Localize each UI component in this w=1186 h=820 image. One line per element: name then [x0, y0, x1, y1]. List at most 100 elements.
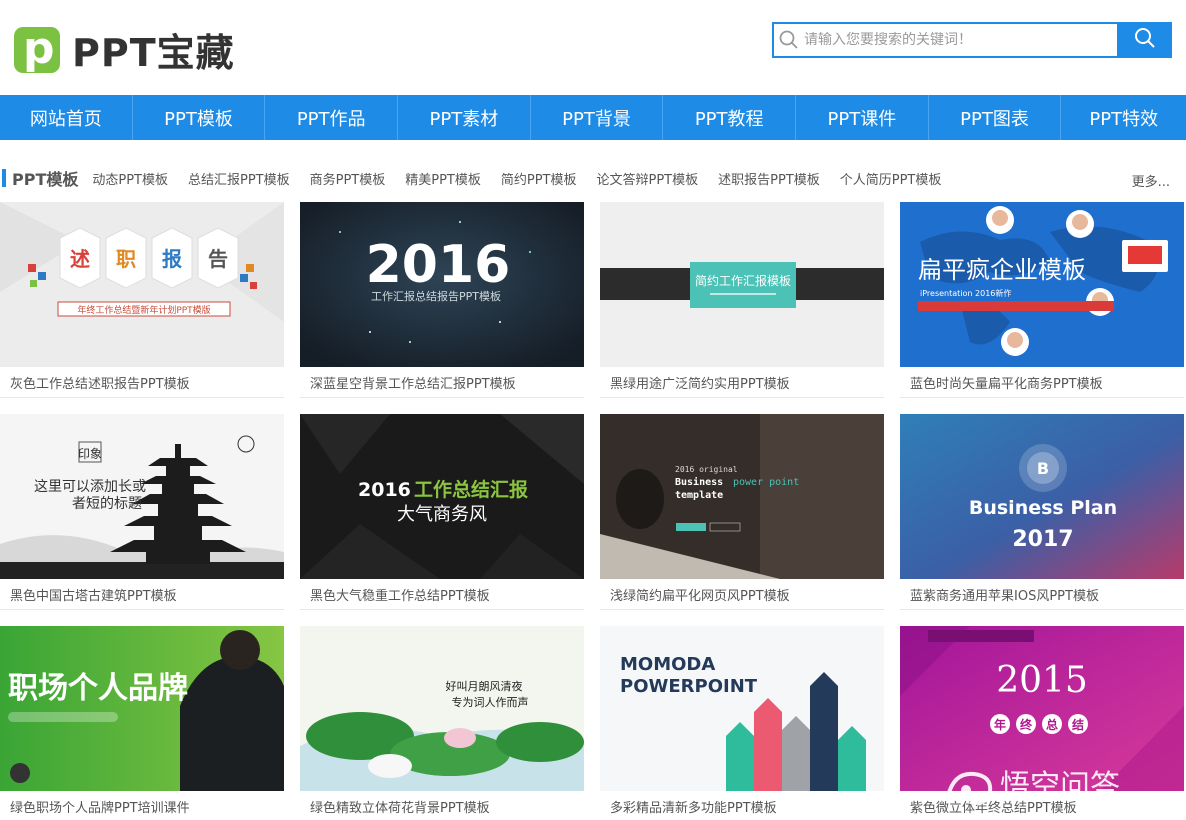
- category-link[interactable]: 个人简历PPT模板: [840, 169, 942, 188]
- template-title[interactable]: 黑色中国古塔古建筑PPT模板: [0, 579, 284, 610]
- template-card[interactable]: 2016 工作总结汇报 大气商务风 黑色大气稳重工作总结PPT模板: [300, 414, 584, 610]
- thumb-text: 简约工作汇报模板: [695, 273, 791, 288]
- template-thumbnail[interactable]: 扁平疯企业模板 iPresentation 2016新作: [900, 202, 1184, 367]
- thumb-subtitle: 大气商务风: [397, 504, 487, 525]
- template-card[interactable]: 职场个人品牌 绿色职场个人品牌PPT培训课件: [0, 626, 284, 820]
- site-header: p PPT宝藏: [0, 0, 1186, 95]
- logo-text: PPT宝藏: [72, 31, 235, 75]
- thumb-subtitle: 工作汇报总结报告PPT模板: [371, 289, 501, 303]
- category-link[interactable]: 动态PPT模板: [92, 169, 168, 188]
- template-thumbnail[interactable]: 职场个人品牌: [0, 626, 284, 791]
- template-thumbnail[interactable]: 2016 工作汇报总结报告PPT模板: [300, 202, 584, 367]
- template-card[interactable]: 述 职 报 告 年终工作总结暨新年计划PPT模版 灰色工作总结述职报告PPT模板: [0, 202, 284, 398]
- thumb-text: 2017: [1012, 527, 1073, 552]
- template-thumbnail[interactable]: 简约工作汇报模板: [600, 202, 884, 367]
- category-link[interactable]: 精美PPT模板: [405, 169, 481, 188]
- thumb-text: 扁平疯企业模板: [918, 256, 1086, 284]
- main-nav: 网站首页 PPT模板 PPT作品 PPT素材 PPT背景 PPT教程 PPT课件…: [0, 95, 1186, 140]
- logo-letter: p: [23, 22, 55, 74]
- thumb-text: template: [675, 490, 723, 501]
- search-input[interactable]: [804, 25, 1104, 55]
- search-button[interactable]: [1117, 22, 1172, 58]
- logo-mark: p: [14, 22, 60, 74]
- thumb-text: 专为词人作而声: [452, 695, 529, 709]
- search-icon: [1134, 27, 1156, 53]
- thumb-text: 工作总结汇报: [414, 478, 528, 501]
- template-title[interactable]: 深蓝星空背景工作总结汇报PPT模板: [300, 367, 584, 398]
- site-logo[interactable]: p PPT宝藏: [14, 22, 235, 77]
- template-card[interactable]: 扁平疯企业模板 iPresentation 2016新作 蓝色时尚矢量扁平化商务…: [900, 202, 1184, 398]
- thumb-char: 终: [1020, 717, 1033, 732]
- template-thumbnail[interactable]: 2016 original Business power point templ…: [600, 414, 884, 579]
- template-card[interactable]: B Business Plan 2017 蓝紫商务通用苹果IOS风PPT模板: [900, 414, 1184, 610]
- template-title[interactable]: 黑色大气稳重工作总结PPT模板: [300, 579, 584, 610]
- template-thumbnail[interactable]: 好叫月朗风清夜 专为词人作而声: [300, 626, 584, 791]
- nav-item-ppt-materials[interactable]: PPT素材: [398, 95, 531, 140]
- template-title[interactable]: 多彩精品清新多功能PPT模板: [600, 791, 884, 820]
- nav-item-ppt-tutorials[interactable]: PPT教程: [663, 95, 797, 140]
- category-link[interactable]: 述职报告PPT模板: [718, 169, 820, 188]
- thumb-text: Business Plan: [969, 497, 1117, 519]
- nav-item-ppt-effects[interactable]: PPT特效: [1061, 95, 1186, 140]
- template-title[interactable]: 蓝色时尚矢量扁平化商务PPT模板: [900, 367, 1184, 398]
- template-thumbnail[interactable]: 述 职 报 告 年终工作总结暨新年计划PPT模版: [0, 202, 284, 367]
- thumb-text: 2016: [358, 479, 411, 501]
- template-title[interactable]: 绿色精致立体荷花背景PPT模板: [300, 791, 584, 820]
- thumb-subtitle: 年终工作总结暨新年计划PPT模版: [77, 304, 210, 316]
- category-link[interactable]: 简约PPT模板: [501, 169, 577, 188]
- thumb-text: 2016 original: [675, 465, 738, 474]
- thumb-text: 好叫月朗风清夜: [446, 679, 523, 693]
- search-bar: [772, 22, 1172, 58]
- thumb-text: Business: [675, 476, 723, 488]
- thumb-text: 这里可以添加长或: [34, 478, 146, 495]
- more-link[interactable]: 更多...: [1132, 171, 1170, 190]
- template-title[interactable]: 黑绿用途广泛简约实用PPT模板: [600, 367, 884, 398]
- template-card[interactable]: 印象 这里可以添加长或 者短的标题 黑色中国古塔古建筑PPT模板: [0, 414, 284, 610]
- template-thumbnail[interactable]: B Business Plan 2017: [900, 414, 1184, 579]
- nav-item-ppt-backgrounds[interactable]: PPT背景: [531, 95, 664, 140]
- nav-item-ppt-courseware[interactable]: PPT课件: [796, 95, 929, 140]
- template-title[interactable]: 灰色工作总结述职报告PPT模板: [0, 367, 284, 398]
- category-marker: [2, 169, 6, 187]
- category-link[interactable]: 论文答辩PPT模板: [597, 169, 699, 188]
- template-thumbnail[interactable]: MOMODA POWERPOINT: [600, 626, 884, 791]
- thumb-text: 2015: [996, 660, 1088, 701]
- category-title[interactable]: PPT模板: [12, 166, 78, 190]
- thumb-text: 2016: [366, 235, 511, 295]
- thumb-text: 职: [116, 247, 136, 271]
- thumb-text: 告: [208, 247, 228, 271]
- thumb-char: 结: [1072, 717, 1084, 732]
- template-thumbnail[interactable]: 印象 这里可以添加长或 者短的标题: [0, 414, 284, 579]
- search-icon: [774, 24, 804, 56]
- template-card[interactable]: 2016 工作汇报总结报告PPT模板 深蓝星空背景工作总结汇报PPT模板: [300, 202, 584, 398]
- nav-item-ppt-works[interactable]: PPT作品: [265, 95, 399, 140]
- template-card[interactable]: 好叫月朗风清夜 专为词人作而声 绿色精致立体荷花背景PPT模板: [300, 626, 584, 820]
- thumb-text: 报: [162, 247, 182, 271]
- template-thumbnail[interactable]: 2016 工作总结汇报 大气商务风: [300, 414, 584, 579]
- thumb-badge: B: [1037, 459, 1049, 478]
- template-title[interactable]: 浅绿简约扁平化网页风PPT模板: [600, 579, 884, 610]
- template-card[interactable]: 2016 original Business power point templ…: [600, 414, 884, 610]
- watermark-text: 悟空问答: [1000, 769, 1120, 804]
- template-card[interactable]: MOMODA POWERPOINT 多彩精品清新多功能PPT模板: [600, 626, 884, 820]
- nav-item-ppt-templates[interactable]: PPT模板: [133, 95, 266, 140]
- thumb-text: 述: [70, 247, 90, 271]
- thumb-text: POWERPOINT: [620, 676, 758, 697]
- nav-item-ppt-charts[interactable]: PPT图表: [929, 95, 1062, 140]
- category-bar: PPT模板 动态PPT模板 总结汇报PPT模板 商务PPT模板 精美PPT模板 …: [0, 163, 1186, 193]
- thumb-subtitle: iPresentation 2016新作: [920, 288, 1011, 298]
- thumb-text: MOMODA: [620, 654, 715, 675]
- thumb-char: 年: [994, 717, 1006, 732]
- thumb-text: power point: [733, 477, 799, 488]
- search-box: [772, 22, 1117, 58]
- category-link[interactable]: 商务PPT模板: [310, 169, 386, 188]
- nav-item-home[interactable]: 网站首页: [0, 95, 133, 140]
- template-title[interactable]: 绿色职场个人品牌PPT培训课件: [0, 791, 284, 820]
- category-link[interactable]: 总结汇报PPT模板: [188, 169, 290, 188]
- thumb-text: 者短的标题: [72, 496, 142, 512]
- thumb-seal: 印象: [78, 447, 102, 461]
- thumb-text: 职场个人品牌: [8, 671, 188, 706]
- template-title[interactable]: 蓝紫商务通用苹果IOS风PPT模板: [900, 579, 1184, 610]
- template-card[interactable]: 简约工作汇报模板 黑绿用途广泛简约实用PPT模板: [600, 202, 884, 398]
- watermark: 悟空问答: [940, 752, 1180, 812]
